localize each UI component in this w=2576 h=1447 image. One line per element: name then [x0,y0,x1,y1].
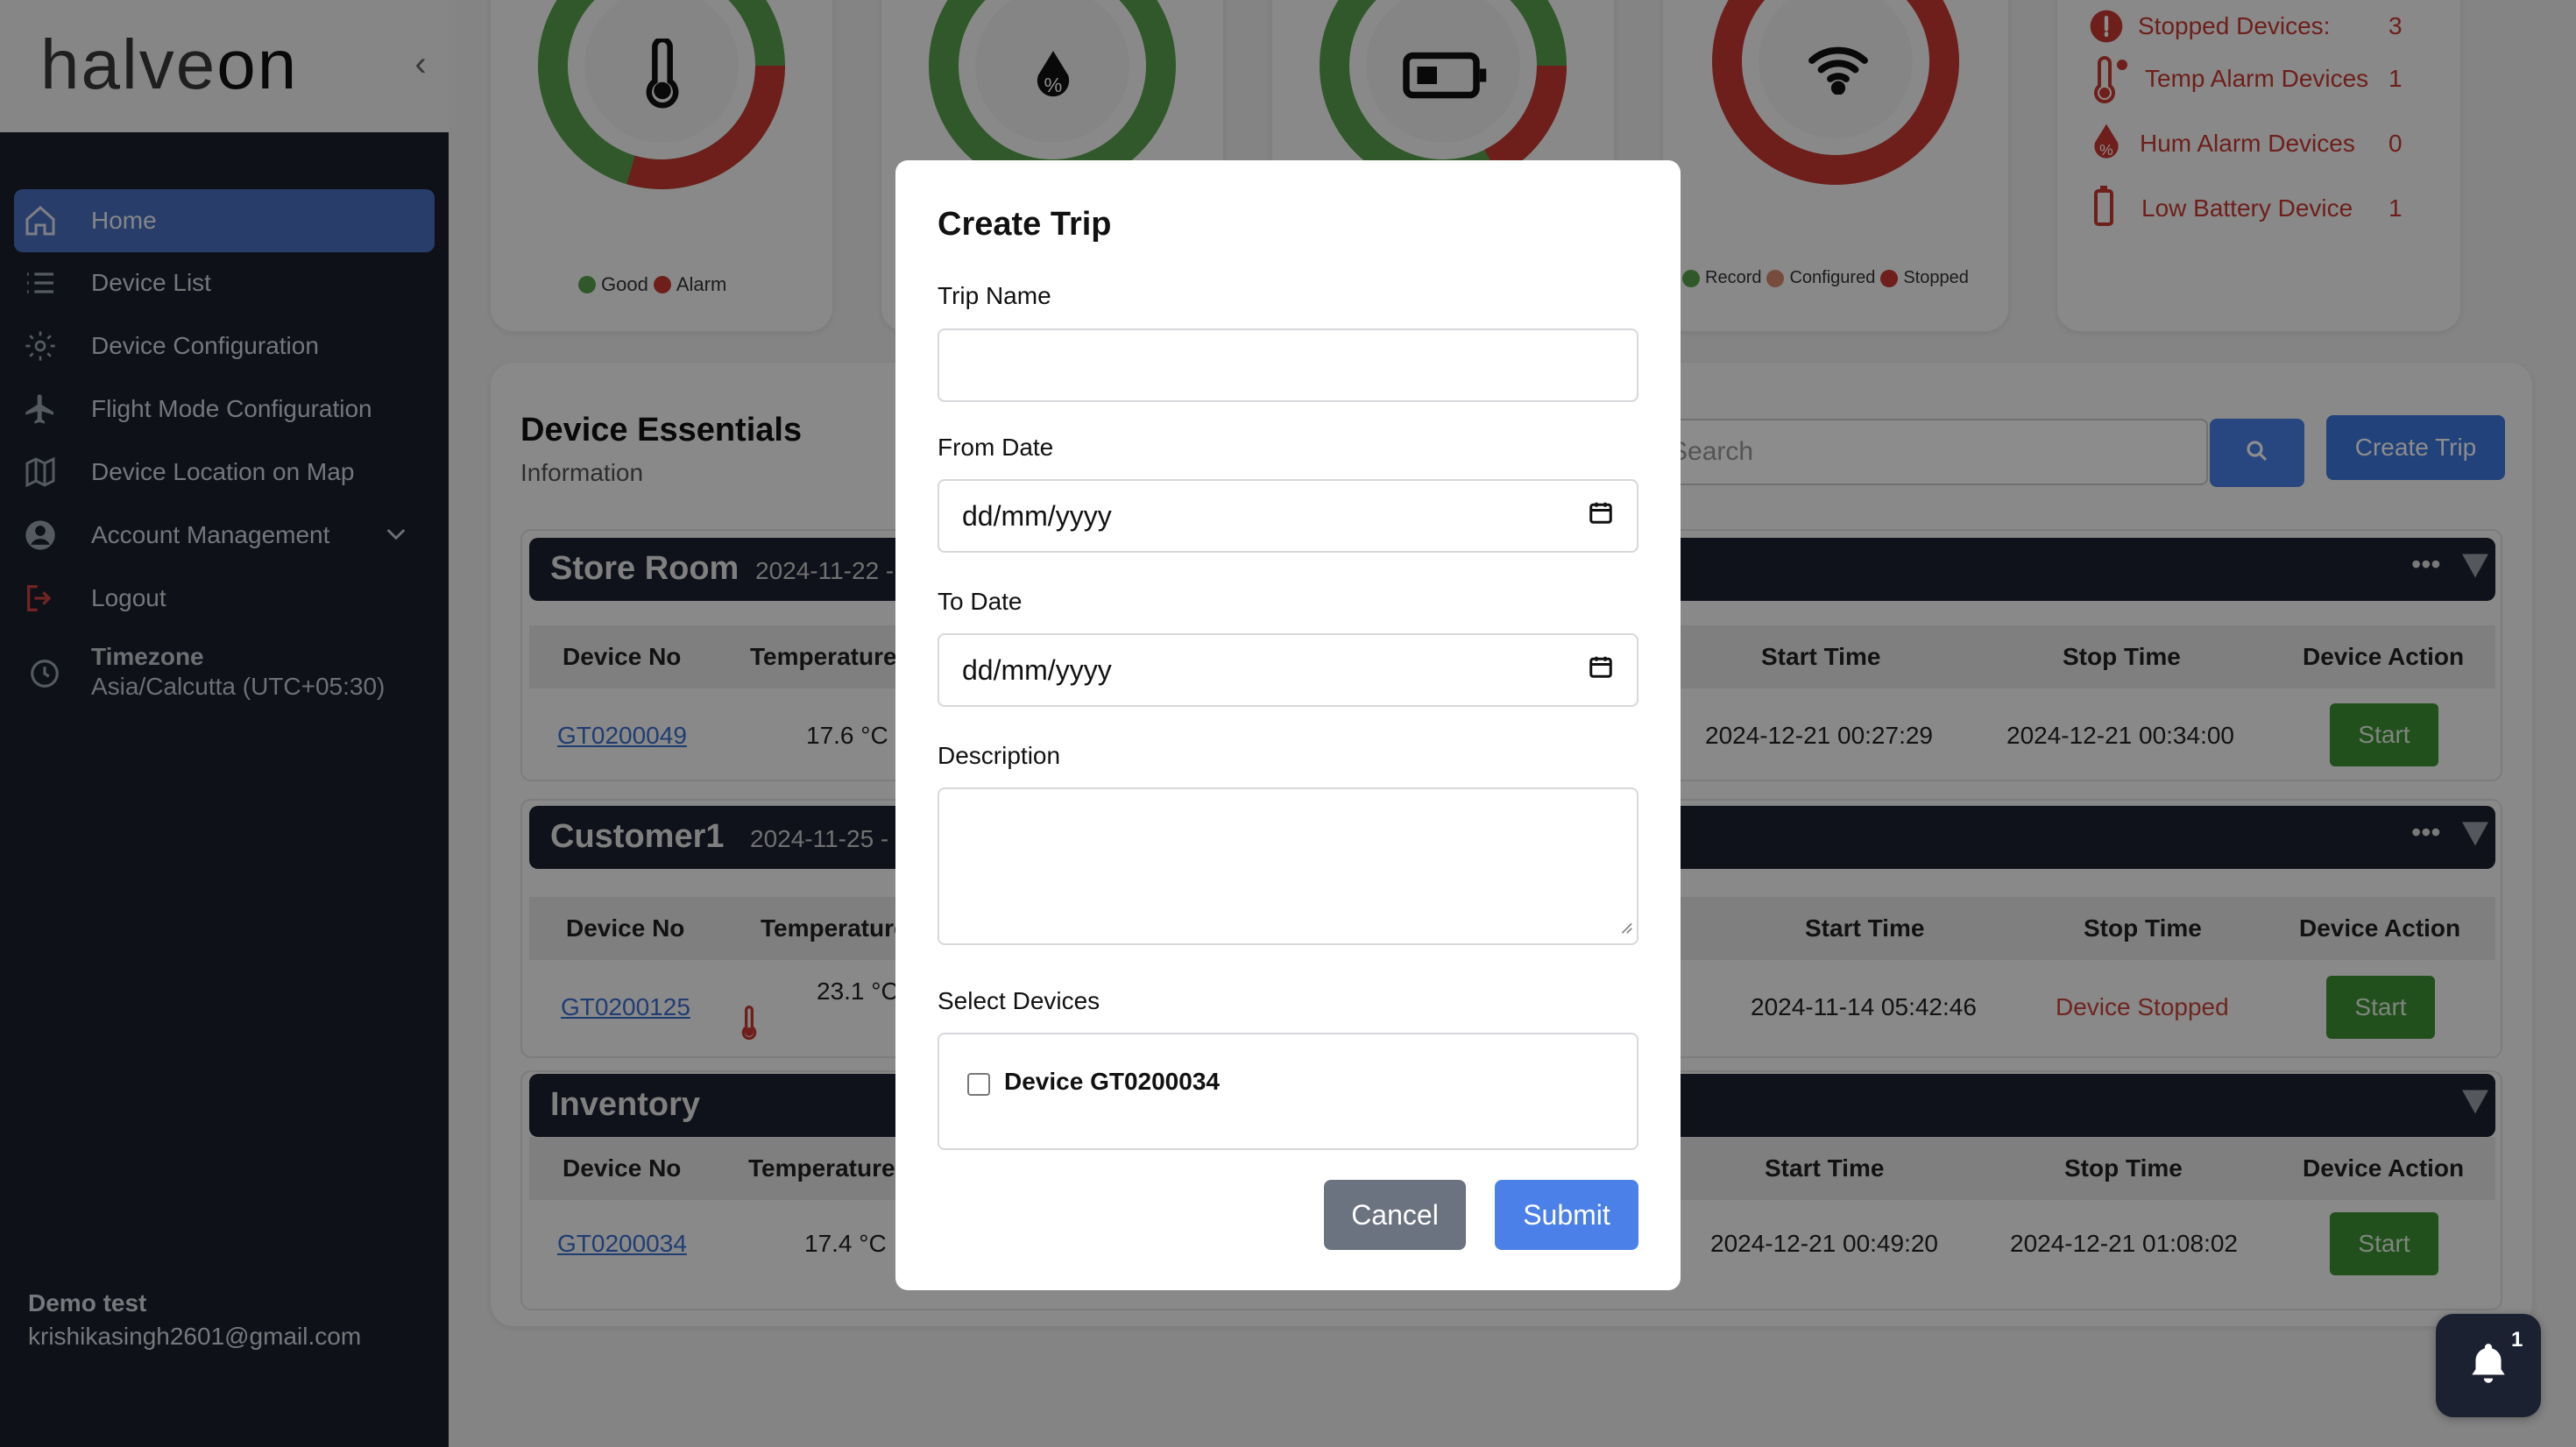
device-select-list: Device GT0200034 [938,1033,1638,1150]
submit-button[interactable]: Submit [1495,1180,1638,1250]
trip-name-label: Trip Name [938,282,1051,309]
device-option-label: Device GT0200034 [1004,1068,1220,1095]
to-date-input[interactable]: dd/mm/yyyy [938,633,1638,707]
trip-name-input[interactable] [938,328,1638,402]
device-checkbox[interactable] [967,1073,990,1096]
from-date-label: From Date [938,434,1054,461]
to-date-label: To Date [938,588,1023,615]
create-trip-modal: Create Trip Trip Name From Date dd/mm/yy… [895,160,1681,1290]
calendar-icon[interactable] [1588,499,1614,533]
select-devices-label: Select Devices [938,987,1100,1014]
to-date-value: dd/mm/yyyy [962,653,1112,686]
description-textarea[interactable] [938,787,1638,945]
cancel-button[interactable]: Cancel [1324,1180,1466,1250]
notification-count-badge: 1 [2511,1328,2523,1352]
bell-icon [2466,1340,2510,1392]
calendar-icon[interactable] [1588,653,1614,687]
resize-handle-icon[interactable] [1617,909,1633,942]
notification-button[interactable]: 1 [2436,1314,2541,1417]
modal-title: Create Trip [938,206,1112,243]
from-date-input[interactable]: dd/mm/yyyy [938,479,1638,553]
description-label: Description [938,742,1061,769]
from-date-value: dd/mm/yyyy [962,499,1112,532]
